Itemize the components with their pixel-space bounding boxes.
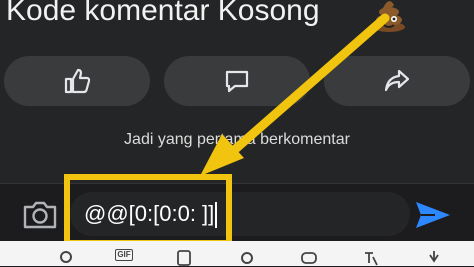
comment-icon <box>225 70 249 93</box>
post-area: Kode komentar Kosong Jadi yang pertama b… <box>0 0 474 183</box>
share-button[interactable] <box>324 56 470 106</box>
gif-icon[interactable]: GIF <box>115 249 133 261</box>
share-icon <box>384 69 410 92</box>
sticker-icon[interactable] <box>175 249 193 267</box>
pin-icon[interactable] <box>425 249 443 267</box>
settings-icon[interactable] <box>238 249 256 267</box>
camera-icon[interactable] <box>20 198 60 232</box>
comment-button[interactable] <box>164 56 310 106</box>
poop-emoji-icon <box>373 1 405 32</box>
post-actions <box>0 56 474 108</box>
highlight-box <box>64 174 232 246</box>
like-button[interactable] <box>4 56 150 106</box>
thumbs-up-icon <box>64 68 91 94</box>
game-icon[interactable] <box>300 249 318 267</box>
translate-icon[interactable] <box>362 249 380 267</box>
search-icon[interactable] <box>58 249 76 267</box>
empty-comments-hint: Jadi yang pertama berkomentar <box>124 131 350 148</box>
keyboard-toolbar: GIF <box>0 241 474 266</box>
send-icon[interactable] <box>412 198 452 232</box>
post-title: Kode komentar Kosong <box>6 0 320 27</box>
